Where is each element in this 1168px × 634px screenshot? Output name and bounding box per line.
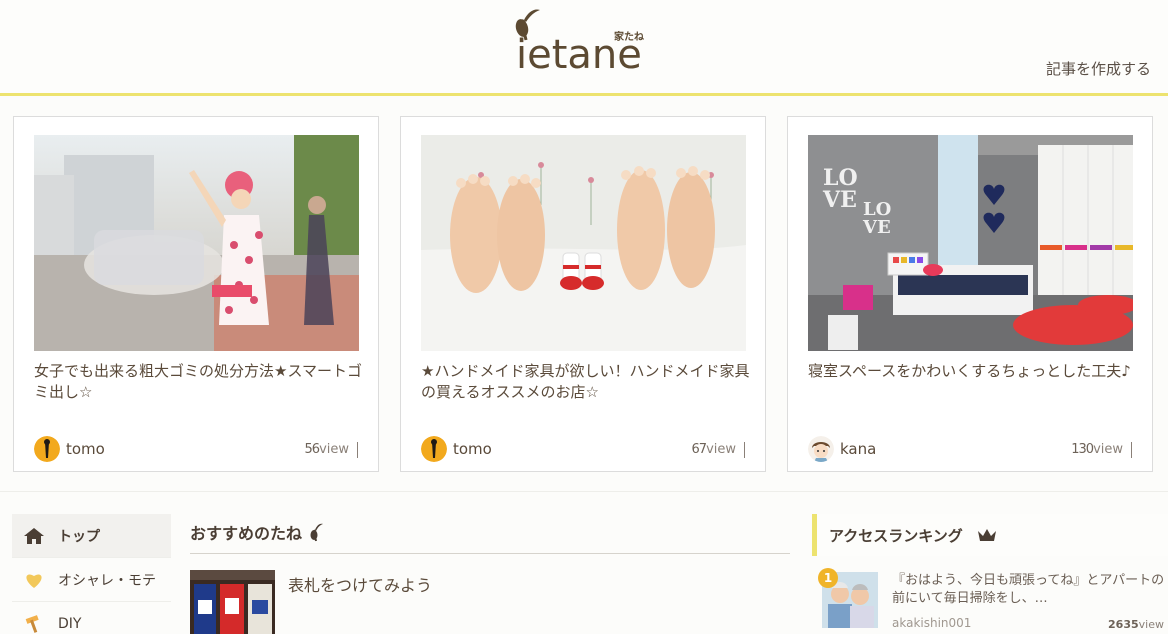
article-photo[interactable] [34, 135, 359, 351]
article-author[interactable]: tomo [421, 435, 492, 463]
view-count: 67view [692, 442, 745, 458]
article-title[interactable]: ★ハンドメイド家具が欲しい！ハンドメイド家具の買えるオススメのお店☆ [421, 361, 751, 403]
author-name: tomo [66, 440, 105, 458]
access-ranking: アクセスランキング 1 『おはよう、今日も頑張ってね』とアパートの前にいて毎日掃… [812, 514, 1168, 631]
avatar [808, 436, 834, 462]
author-name: kana [840, 440, 877, 458]
recommended-section: おすすめのたね 表札をつけてみよう [190, 510, 790, 634]
article-card[interactable]: LO VE LO VE 寝室スペースをかわいくするちょっとした工夫♪ kana … [787, 116, 1153, 472]
recommended-thumbnail[interactable] [190, 570, 275, 634]
article-photo[interactable] [421, 135, 746, 351]
view-count: 56view [305, 442, 358, 458]
nav-item-diy[interactable]: DIY [12, 602, 171, 634]
nav-item-label: DIY [58, 615, 82, 632]
article-author[interactable]: kana [808, 435, 876, 463]
nav-item-label: トップ [58, 528, 100, 545]
hammer-icon [22, 614, 46, 634]
section-heading: おすすめのたね [190, 510, 790, 554]
section-heading: アクセスランキング [812, 514, 1168, 556]
home-icon [22, 526, 46, 546]
nav-item-fashion[interactable]: オシャレ・モテ [12, 558, 171, 602]
rank-badge: 1 [818, 568, 838, 588]
ranking-text[interactable]: 『おはよう、今日も頑張ってね』とアパートの前にいて毎日掃除をし、… [892, 572, 1168, 608]
avatar [34, 436, 60, 462]
article-title[interactable]: 女子でも出来る粗大ゴミの処分方法★スマートゴミ出し☆ [34, 361, 364, 403]
article-photo[interactable]: LO VE LO VE [808, 135, 1133, 351]
svg-text:VE: VE [862, 217, 891, 238]
article-title[interactable]: 寝室スペースをかわいくするちょっとした工夫♪ [808, 361, 1138, 382]
section-divider [0, 491, 1168, 492]
site-logo[interactable]: ietane 家たね [514, 6, 654, 78]
heart-icon [22, 570, 46, 590]
nav-item-top[interactable]: トップ [12, 514, 171, 558]
create-article-link[interactable]: 記事を作成する [1046, 58, 1151, 79]
ranking-user[interactable]: akakishin001 [892, 616, 971, 630]
category-nav: トップ オシャレ・モテ DIY [12, 514, 171, 634]
svg-text:VE: VE [822, 187, 857, 213]
nav-item-label: オシャレ・モテ [58, 572, 156, 589]
article-card[interactable]: 女子でも出来る粗大ゴミの処分方法★スマートゴミ出し☆ tomo 56view [13, 116, 379, 472]
recommended-item[interactable]: 表札をつけてみよう [190, 570, 790, 634]
site-header: ietane 家たね 記事を作成する [0, 0, 1168, 96]
article-author[interactable]: tomo [34, 435, 105, 463]
avatar [421, 436, 447, 462]
ranking-item[interactable]: 1 『おはよう、今日も頑張ってね』とアパートの前にいて毎日掃除をし、… akak… [818, 568, 1168, 634]
view-count: 2635view [1108, 618, 1164, 631]
article-card[interactable]: ★ハンドメイド家具が欲しい！ハンドメイド家具の買えるオススメのお店☆ tomo … [400, 116, 766, 472]
recommended-title[interactable]: 表札をつけてみよう [288, 572, 432, 596]
view-count: 130view [1071, 442, 1132, 458]
crown-icon [977, 529, 996, 541]
logo-kana: 家たね [614, 32, 644, 43]
author-name: tomo [453, 440, 492, 458]
sprout-icon [310, 523, 324, 541]
